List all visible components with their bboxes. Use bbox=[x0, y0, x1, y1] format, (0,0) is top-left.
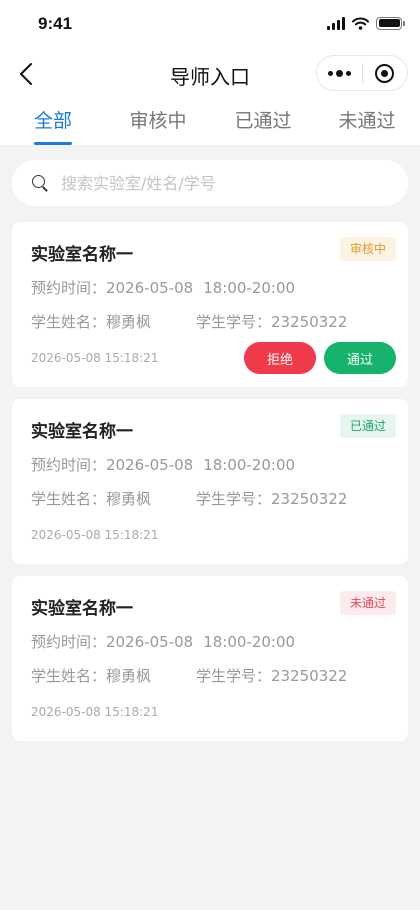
student-id-label: 学生学号： bbox=[196, 667, 272, 685]
reservation-card: 实验室名称一 未通过 预约时间：2026-05-08 18:00-20:00 学生… bbox=[12, 576, 408, 741]
status-bar: 9:41 bbox=[0, 0, 420, 50]
more-button[interactable] bbox=[317, 56, 362, 90]
student-name: 穆勇枫 bbox=[106, 490, 152, 508]
reservation-date: 2026-05-08 bbox=[106, 633, 194, 651]
lab-name: 实验室名称一 bbox=[31, 599, 133, 619]
status-badge: 已通过 bbox=[339, 414, 396, 438]
lab-name: 实验室名称一 bbox=[31, 422, 133, 442]
tab-passed[interactable]: 已通过 bbox=[233, 106, 293, 146]
battery-icon bbox=[376, 16, 405, 30]
student-info: 学生姓名：穆勇枫 学生学号：23250322 bbox=[31, 488, 371, 509]
nav-bar: 导师入口 bbox=[0, 52, 420, 96]
search-bar bbox=[12, 160, 408, 206]
status-time: 9:41 bbox=[38, 14, 73, 33]
status-badge: 未通过 bbox=[339, 591, 396, 615]
student-info: 学生姓名：穆勇枫 学生学号：23250322 bbox=[31, 665, 371, 686]
student-name-label: 学生姓名： bbox=[31, 667, 107, 685]
status-tabs: 全部 审核中 已通过 未通过 bbox=[0, 106, 420, 146]
status-badge: 审核中 bbox=[339, 237, 396, 261]
target-icon bbox=[375, 63, 395, 83]
reservation-card: 实验室名称一 已通过 预约时间：2026-05-08 18:00-20:00 学生… bbox=[12, 399, 408, 564]
student-name-label: 学生姓名： bbox=[31, 490, 107, 508]
signal-icon bbox=[327, 16, 345, 30]
active-tab-indicator bbox=[34, 142, 72, 145]
reservation-time-range: 18:00-20:00 bbox=[203, 633, 296, 651]
search-input[interactable] bbox=[61, 173, 361, 193]
student-id: 23250322 bbox=[271, 667, 348, 685]
time-label: 预约时间： bbox=[31, 633, 107, 651]
created-timestamp: 2026-05-08 15:18:21 bbox=[31, 705, 159, 719]
mini-program-capsule bbox=[316, 55, 408, 91]
close-mini-program-button[interactable] bbox=[363, 56, 407, 90]
reservation-time: 预约时间：2026-05-08 18:00-20:00 bbox=[31, 631, 295, 652]
student-id-label: 学生学号： bbox=[196, 313, 272, 331]
student-name: 穆勇枫 bbox=[106, 667, 152, 685]
status-icons bbox=[327, 16, 405, 30]
search-icon bbox=[32, 174, 49, 192]
reservation-date: 2026-05-08 bbox=[106, 279, 194, 297]
time-label: 预约时间： bbox=[31, 456, 107, 474]
wifi-icon bbox=[352, 17, 369, 30]
more-dots-icon bbox=[328, 70, 333, 76]
time-label: 预约时间： bbox=[31, 279, 107, 297]
created-timestamp: 2026-05-08 15:18:21 bbox=[31, 528, 159, 542]
reservation-time-range: 18:00-20:00 bbox=[203, 456, 296, 474]
reservation-date: 2026-05-08 bbox=[106, 456, 194, 474]
student-id: 23250322 bbox=[271, 490, 348, 508]
student-info: 学生姓名：穆勇枫 学生学号：23250322 bbox=[31, 311, 371, 332]
reservation-time-range: 18:00-20:00 bbox=[203, 279, 296, 297]
approve-button[interactable]: 通过 bbox=[324, 342, 396, 374]
student-id-label: 学生学号： bbox=[196, 490, 272, 508]
reservation-card: 实验室名称一 审核中 预约时间：2026-05-08 18:00-20:00 学生… bbox=[12, 222, 408, 387]
student-name: 穆勇枫 bbox=[106, 313, 152, 331]
tab-all[interactable]: 全部 bbox=[33, 106, 73, 146]
lab-name: 实验室名称一 bbox=[31, 245, 133, 265]
created-timestamp: 2026-05-08 15:18:21 bbox=[31, 351, 159, 365]
tab-rejected[interactable]: 未通过 bbox=[337, 106, 397, 146]
reservation-time: 预约时间：2026-05-08 18:00-20:00 bbox=[31, 454, 295, 475]
reservation-time: 预约时间：2026-05-08 18:00-20:00 bbox=[31, 277, 295, 298]
student-name-label: 学生姓名： bbox=[31, 313, 107, 331]
tab-pending[interactable]: 审核中 bbox=[128, 106, 188, 146]
student-id: 23250322 bbox=[271, 313, 348, 331]
reject-button[interactable]: 拒绝 bbox=[244, 342, 316, 374]
